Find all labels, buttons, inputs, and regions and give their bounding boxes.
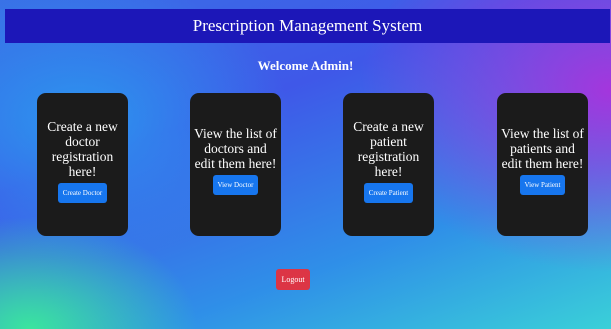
create-doctor-card: Create a new doctor registration here! C… [37,93,128,236]
view-doctor-card: View the list of doctors and edit them h… [190,93,281,236]
logout-button[interactable]: Logout [276,269,310,290]
card-description: View the list of patients and edit them … [501,126,584,171]
card-description: Create a new patient registration here! [353,118,424,179]
view-doctor-button[interactable]: View Doctor [212,175,259,195]
app-header: Prescription Management System [5,9,610,43]
card-description: View the list of doctors and edit them h… [194,126,277,171]
welcome-message: Welcome Admin! [257,58,354,73]
view-patient-button[interactable]: View Patient [519,175,566,195]
view-patient-card: View the list of patients and edit them … [497,93,588,236]
app-title: Prescription Management System [192,16,423,35]
create-doctor-button[interactable]: Create Doctor [57,182,108,203]
create-patient-button[interactable]: Create Patient [363,182,414,203]
card-description: Create a new doctor registration here! [47,118,118,179]
create-patient-card: Create a new patient registration here! … [343,93,434,236]
